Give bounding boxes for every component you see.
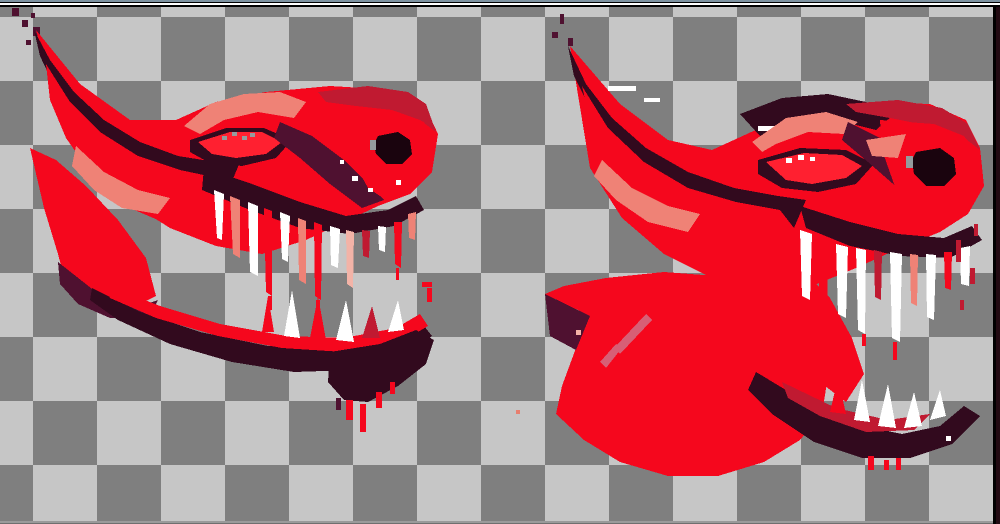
ear-tip-drips	[12, 8, 40, 45]
window-right-edge-sliver	[996, 7, 1000, 524]
sprite-canvas-art	[12, 8, 984, 476]
tooth-drips	[268, 268, 399, 310]
window-top-border	[0, 0, 1000, 7]
stray-pixel	[516, 410, 520, 414]
chin-drip-dark	[336, 398, 341, 410]
sprite-demon-head-left	[12, 8, 438, 432]
ear-tip-drips	[552, 14, 573, 46]
app-window	[0, 0, 1000, 524]
transparency-checkerboard-canvas[interactable]	[0, 7, 993, 521]
chin-drips	[868, 456, 901, 470]
top-border-black-line-2	[0, 5, 1000, 7]
sprite-demon-head-right	[545, 14, 984, 476]
drool-drop	[422, 282, 432, 302]
